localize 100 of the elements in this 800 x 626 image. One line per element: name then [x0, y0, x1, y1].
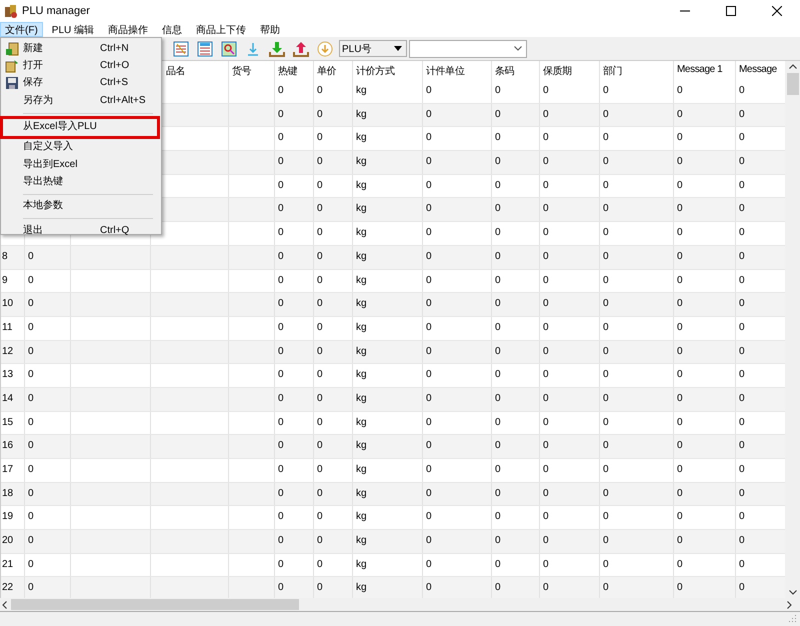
column-header[interactable]: 热键	[278, 66, 298, 77]
table-cell: 0	[317, 464, 323, 475]
table-cell: 0	[543, 322, 549, 333]
table-cell: 0	[317, 582, 323, 594]
menu-bar-item[interactable]: 商品操作	[103, 22, 154, 37]
new-document-icon	[5, 42, 19, 56]
table-cell: 0	[278, 535, 284, 546]
table-cell: 0	[426, 440, 432, 452]
close-icon	[772, 6, 782, 16]
menu-bar-item[interactable]: 帮助	[255, 22, 286, 37]
search-document-icon[interactable]	[221, 40, 237, 56]
column-header[interactable]: 保质期	[543, 66, 572, 77]
column-header[interactable]: Message 1	[677, 64, 722, 75]
document-icon[interactable]	[173, 40, 189, 56]
chevron-left-icon[interactable]	[2, 600, 7, 608]
scrollbar-thumb[interactable]	[786, 73, 798, 95]
table-cell: 0	[739, 558, 745, 570]
menu-item[interactable]: 从Excel导入PLU	[1, 116, 159, 138]
chevron-up-icon[interactable]	[788, 64, 796, 69]
column-header[interactable]: 货号	[232, 66, 252, 77]
table-cell: 0	[739, 416, 745, 428]
table-cell: 0	[543, 392, 549, 404]
table-cell: 0	[677, 132, 683, 144]
menu-item[interactable]: 导出到Excel	[1, 156, 161, 174]
menu-bar-item[interactable]: 文件(F)	[0, 22, 43, 37]
table-cell: 0	[739, 346, 745, 357]
table-cell: 0	[739, 227, 745, 238]
table-cell: 0	[317, 369, 323, 380]
menu-item[interactable]: 打开 Ctrl+O	[1, 57, 161, 75]
maximize-icon	[726, 6, 736, 16]
table-cell: 0	[28, 558, 34, 570]
menu-item[interactable]: 另存为 Ctrl+Alt+S	[1, 92, 161, 110]
column-header[interactable]: Message	[739, 64, 777, 75]
table-cell: 0	[317, 392, 323, 404]
table-cell: 0	[603, 535, 609, 546]
table-cell: 0	[278, 250, 284, 262]
download-icon[interactable]	[269, 40, 285, 56]
table-cell: 0	[426, 369, 432, 380]
table-cell: 0	[543, 558, 549, 570]
menu-bar-item[interactable]: 信息	[157, 22, 188, 37]
download-circle-icon[interactable]	[317, 40, 333, 56]
chevron-down-icon[interactable]	[788, 590, 796, 595]
chevron-right-icon[interactable]	[787, 600, 792, 608]
table-cell: 0	[739, 322, 745, 333]
scrollbar-thumb[interactable]	[11, 599, 299, 610]
column-header[interactable]: 条码	[495, 66, 514, 77]
menu-item[interactable]: 保存 Ctrl+S	[1, 74, 161, 92]
table-cell: 0	[543, 156, 549, 168]
table-cell: kg	[356, 416, 367, 428]
table-cell: 0	[28, 535, 34, 546]
table-cell: 0	[278, 511, 284, 522]
table-cell: 0	[603, 511, 609, 522]
table-cell: 0	[495, 132, 501, 144]
search-field-dropdown[interactable]: PLU号	[339, 40, 407, 57]
column-header[interactable]: 部门	[603, 66, 622, 77]
table-cell: 0	[603, 464, 609, 475]
table-cell: 0	[278, 298, 284, 310]
table-cell: 0	[603, 369, 609, 380]
table-cell: 0	[495, 369, 501, 380]
vertical-scrollbar[interactable]	[785, 61, 800, 598]
table-cell: 0	[543, 416, 549, 428]
search-field[interactable]	[409, 40, 527, 58]
menu-bar-item[interactable]: PLU 编辑	[46, 22, 100, 37]
download-icon[interactable]	[245, 40, 261, 56]
table-cell: 0	[426, 132, 432, 144]
row-number: 12	[2, 346, 14, 357]
table-cell: 0	[317, 180, 323, 191]
row-number: 8	[2, 250, 8, 262]
upload-icon[interactable]	[293, 40, 309, 56]
table-cell: 0	[677, 108, 683, 120]
column-header[interactable]: 品名	[166, 66, 186, 77]
menu-item[interactable]: 本地参数	[1, 198, 161, 216]
table-cell: 0	[28, 488, 34, 499]
table-cell: 0	[278, 369, 284, 380]
table-cell: 0	[739, 488, 745, 499]
table-cell: 0	[278, 488, 284, 499]
menu-item[interactable]: 新建 Ctrl+N	[1, 40, 161, 58]
row-number: 18	[2, 488, 14, 499]
table-cell: 0	[543, 511, 549, 522]
table-cell: 0	[317, 488, 323, 499]
menu-item[interactable]: 自定义导入	[1, 138, 161, 156]
menu-item[interactable]: 退出 Ctrl+Q	[1, 222, 161, 240]
menu-bar-item[interactable]: 商品上下传	[191, 22, 252, 37]
column-header[interactable]: 计价方式	[356, 66, 394, 77]
column-header[interactable]: 单价	[317, 66, 336, 77]
column-header[interactable]: 计件单位	[426, 66, 464, 77]
table-cell: 0	[28, 416, 34, 428]
table-cell: 0	[543, 85, 549, 96]
table-cell: 0	[278, 108, 284, 120]
table-cell: kg	[356, 274, 367, 286]
table-cell: kg	[356, 535, 367, 546]
table-cell: 0	[426, 488, 432, 499]
table-cell: 0	[278, 392, 284, 404]
table-cell: 0	[603, 582, 609, 594]
horizontal-scrollbar[interactable]	[0, 598, 800, 612]
menu-item[interactable]: 导出热键	[1, 173, 161, 191]
document-icon[interactable]	[197, 40, 213, 56]
table-cell: 0	[677, 582, 683, 594]
table-cell: 0	[278, 203, 284, 214]
row-number: 20	[2, 535, 14, 546]
